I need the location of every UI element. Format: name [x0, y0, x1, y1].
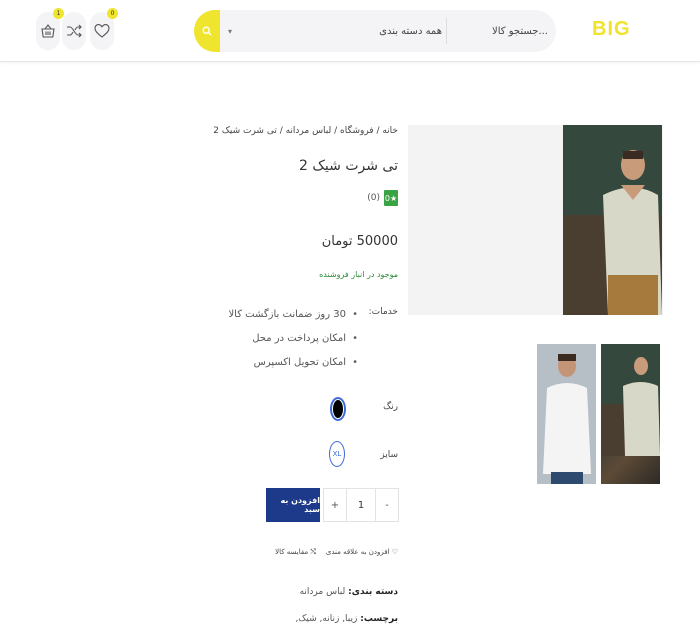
product-actions: ♡ افزودن به علاقه مندی ⤭ مقایسه کالا [250, 548, 398, 562]
star-icon: ★ [389, 193, 398, 203]
shuffle-icon [67, 24, 82, 38]
cart-button[interactable]: 1 [36, 8, 64, 50]
search-input[interactable] [452, 10, 552, 52]
product-title: تی شرت شیک 2 [299, 158, 398, 174]
site-logo[interactable]: BIG [592, 18, 631, 41]
man-in-white-shirt-image [537, 344, 596, 484]
shuffle-icon: ⤭ [310, 548, 316, 556]
service-item: امکان پرداخت در محل [220, 332, 358, 356]
tags-meta-value[interactable]: زیبا, زنانه, شیک, [296, 614, 358, 624]
quantity-minus-button[interactable]: - [376, 489, 398, 521]
quantity-input[interactable]: 1 [346, 489, 376, 521]
compare-button[interactable] [62, 12, 86, 50]
rating-badge: 0 ★ [384, 190, 398, 206]
color-swatch-black[interactable] [330, 397, 346, 421]
product-category-meta: دسته بندی: لباس مردانه [240, 587, 398, 597]
category-meta-value[interactable]: لباس مردانه [300, 587, 346, 597]
tags-meta-label: برچسب: [360, 614, 398, 624]
service-item: 30 روز ضمانت بازگشت کالا [220, 308, 358, 332]
search-icon [202, 26, 212, 36]
product-thumbnail-white-shirt[interactable] [537, 344, 596, 484]
services-label: خدمات: [368, 307, 398, 317]
services-list: 30 روز ضمانت بازگشت کالا امکان پرداخت در… [220, 308, 358, 380]
search-divider [446, 18, 447, 44]
heart-icon: ♡ [391, 548, 398, 556]
product-price: 50000 تومان [321, 234, 398, 249]
compare-label: مقایسه کالا [275, 548, 309, 556]
basket-icon [41, 24, 55, 38]
rating-count: (0) [367, 193, 380, 203]
man-in-shirt-thumbnail-image [601, 344, 660, 456]
add-to-wishlist-link[interactable]: ♡ افزودن به علاقه مندی [326, 548, 398, 556]
category-select[interactable]: ▾ همه دسته بندی [222, 10, 446, 52]
wishlist-count-badge: 0 [107, 8, 118, 19]
size-swatch-xl[interactable]: XL [329, 441, 345, 467]
breadcrumb[interactable]: خانه / فروشگاه / لباس مردانه / تی شرت شی… [213, 126, 398, 136]
cart-count-badge: 1 [53, 8, 64, 19]
category-meta-label: دسته بندی: [348, 587, 398, 597]
black-color-dot [333, 400, 343, 418]
add-to-cart-button[interactable]: افزودن به سبد [266, 488, 320, 522]
product-tags-meta: برچسب: زیبا, زنانه, شیک, [240, 614, 398, 624]
add-to-wishlist-label: افزودن به علاقه مندی [325, 548, 390, 556]
stock-status: موجود در انبار فروشنده [319, 270, 398, 279]
site-header: BIG ▾ همه دسته بندی 0 1 [0, 0, 700, 62]
heart-icon [94, 24, 110, 38]
product-rating: 0 ★ (0) [300, 190, 398, 206]
man-in-shirt-image [563, 125, 662, 315]
quantity-plus-button[interactable]: + [324, 489, 346, 521]
wishlist-button[interactable]: 0 [90, 8, 118, 50]
compare-link[interactable]: ⤭ مقایسه کالا [275, 548, 316, 557]
product-thumbnail-main[interactable] [601, 344, 660, 484]
search-button[interactable] [194, 10, 220, 52]
chevron-down-icon: ▾ [228, 26, 233, 36]
size-label: سایز [380, 450, 398, 460]
quantity-stepper: + 1 - [323, 488, 399, 522]
category-select-label: همه دسته بندی [379, 25, 442, 37]
service-item: امکان تحویل اکسپرس [220, 356, 358, 380]
product-main-photo[interactable] [563, 125, 662, 315]
color-label: رنگ [383, 402, 398, 412]
